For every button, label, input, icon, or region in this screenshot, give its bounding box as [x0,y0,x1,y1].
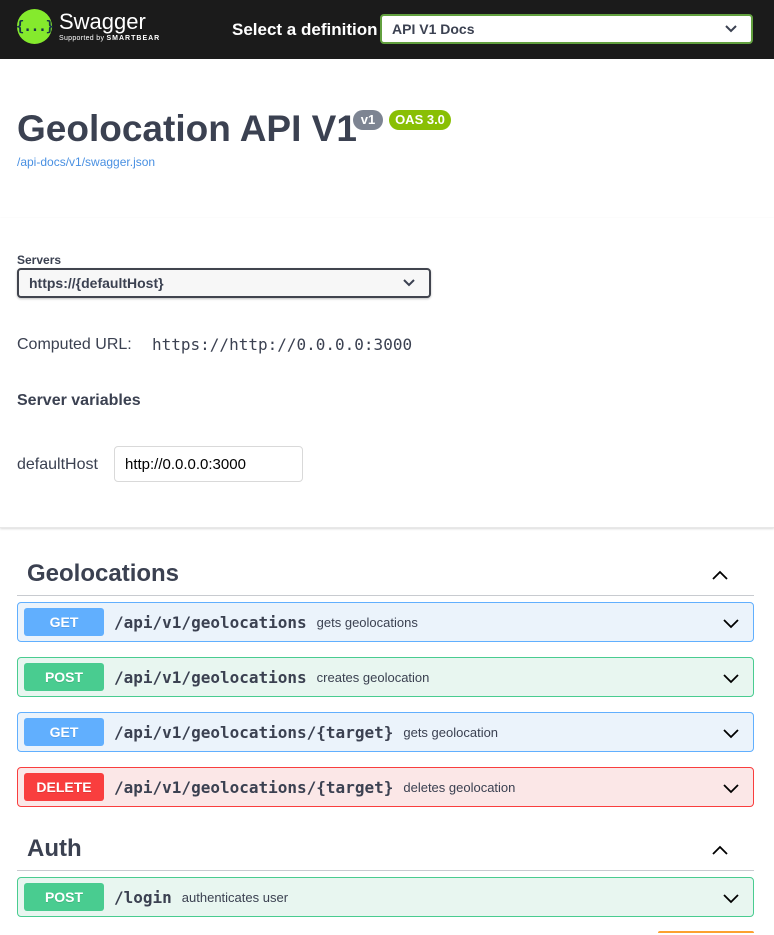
operation-summary: authenticates user [181,889,289,905]
operation-summary: gets geolocation [403,724,499,740]
chevron-down-icon[interactable] [721,613,741,633]
chevron-down-icon [403,279,415,287]
oas-badge: OAS 3.0 [389,110,451,130]
method-badge: GET [24,718,104,746]
chevron-down-icon[interactable] [721,888,741,908]
servers-select-value: https://{defaultHost} [29,275,164,291]
operation-get-geolocations[interactable]: GET /api/v1/geolocations gets geolocatio… [17,602,754,642]
computed-url-label: Computed URL: [17,336,132,353]
chevron-down-icon [725,25,737,33]
operation-path: /api/v1/geolocations/{target} [114,722,394,742]
method-badge: GET [24,608,104,636]
chevron-up-icon[interactable] [710,566,730,586]
operation-path: /api/v1/geolocations/{target} [114,777,394,797]
definition-label: Select a definition [232,20,378,39]
operation-summary: deletes geolocation [403,779,516,795]
operation-post-login[interactable]: POST /login authenticates user [17,877,754,917]
chevron-down-icon[interactable] [721,668,741,688]
operation-path: /login [114,887,172,907]
method-badge: POST [24,883,104,911]
tag-header-geolocations[interactable]: Geolocations [17,556,754,596]
swagger-logo-icon: {...} [16,9,54,44]
operation-get-geolocation-target[interactable]: GET /api/v1/geolocations/{target} gets g… [17,712,754,752]
tag-header-auth[interactable]: Auth [17,831,754,871]
spec-link[interactable]: /api-docs/v1/swagger.json [17,155,155,169]
definition-select[interactable]: API V1 Docs [380,14,753,44]
servers-select[interactable]: https://{defaultHost} [17,268,431,298]
operation-path: /api/v1/geolocations [114,612,307,632]
operation-path: /api/v1/geolocations [114,667,307,687]
page-title: Geolocation API V1 [17,108,357,149]
version-badge: v1 [353,110,383,130]
computed-url-value: https://http://0.0.0.0:3000 [152,335,413,354]
tag-name: Geolocations [27,560,180,587]
server-variable-name: defaultHost [17,456,98,473]
logo-name: Swagger [59,9,146,34]
logo-subtitle: Supported by SMARTBEAR [59,35,161,42]
chevron-down-icon[interactable] [721,778,741,798]
method-badge: POST [24,663,104,691]
operation-post-geolocations[interactable]: POST /api/v1/geolocations creates geoloc… [17,657,754,697]
next-operation-edge [658,931,754,935]
operation-summary: gets geolocations [316,614,418,630]
chevron-up-icon[interactable] [710,841,730,861]
operation-delete-geolocation-target[interactable]: DELETE /api/v1/geolocations/{target} del… [17,767,754,807]
definition-select-value: API V1 Docs [392,21,475,37]
operation-summary: creates geolocation [316,669,430,685]
servers-label: Servers [17,253,62,267]
server-variables-heading: Server variables [17,392,141,409]
tag-name: Auth [27,835,82,862]
topbar: {...} Swagger Supported by SMARTBEAR Sel… [0,0,774,59]
chevron-down-icon[interactable] [721,723,741,743]
server-variable-input[interactable] [114,446,303,482]
swagger-logo[interactable]: {...} Swagger Supported by SMARTBEAR [16,9,161,44]
method-badge: DELETE [24,773,104,801]
